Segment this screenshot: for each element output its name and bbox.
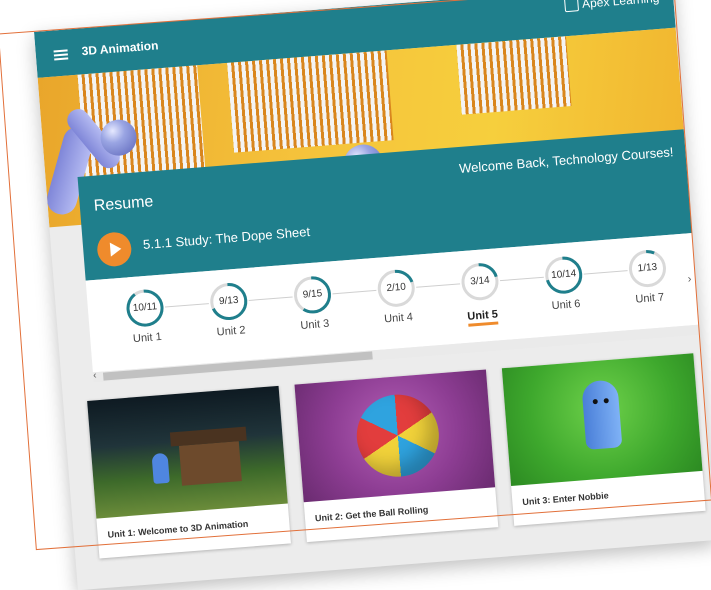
stage: 3D Animation Apex Learning Resume Welcom… [0, 0, 711, 590]
annotation-frame [0, 0, 711, 551]
